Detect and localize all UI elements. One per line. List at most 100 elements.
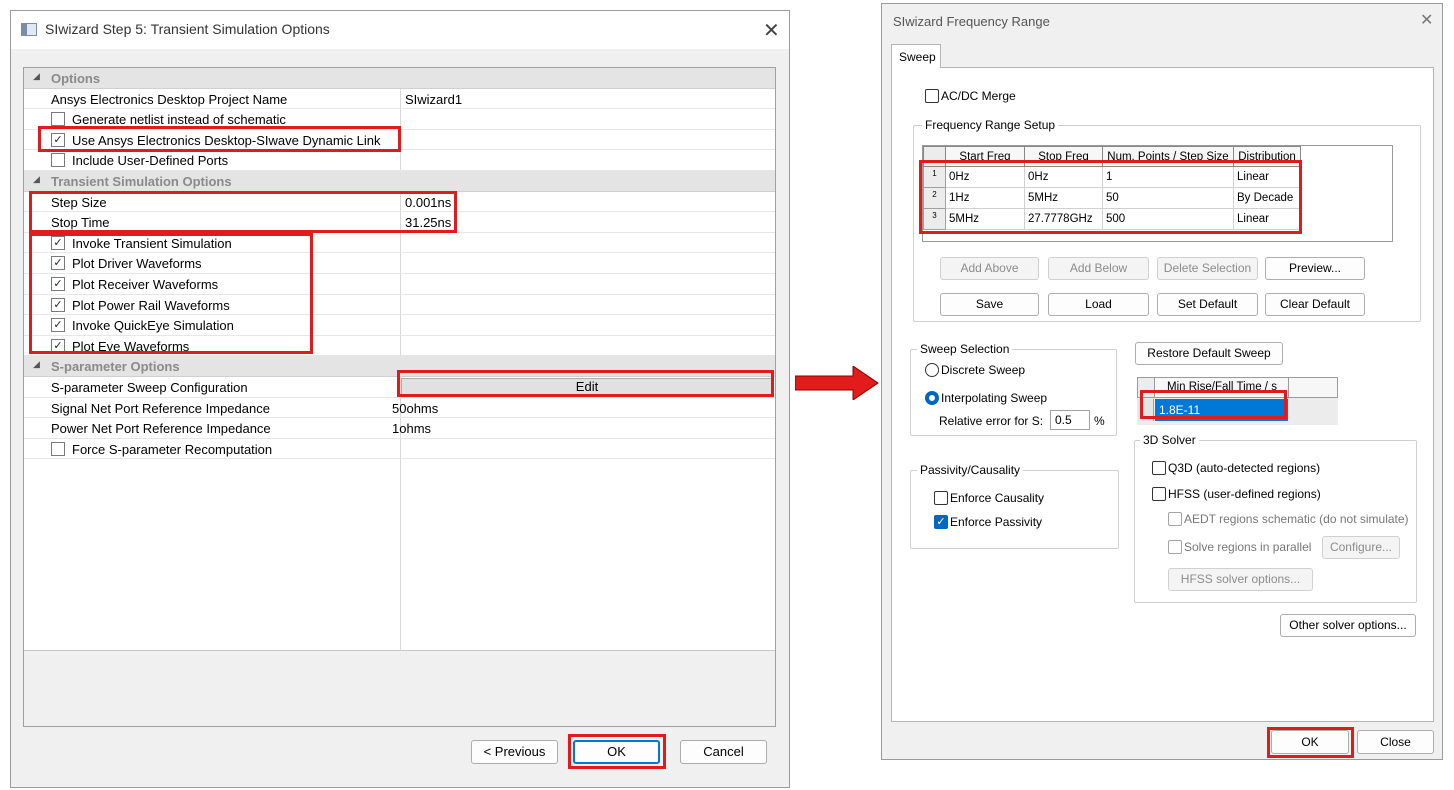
column-header[interactable]: Distribution [1233,146,1301,167]
stop-freq-cell[interactable]: 0Hz [1024,166,1103,188]
dialog-title: SIwizard Step 5: Transient Simulation Op… [45,21,330,37]
description-pane [24,650,775,726]
restore-default-sweep-button[interactable]: Restore Default Sweep [1135,342,1283,365]
stop-freq-cell[interactable]: 27.7778GHz [1024,208,1103,230]
row-user-ports[interactable]: Include User-Defined Ports [24,150,775,171]
row-stop-time[interactable]: Stop Time 31.25ns [24,212,775,233]
column-header[interactable]: Start Freq [945,146,1025,167]
signal-ref-value[interactable]: 50ohms [392,401,438,416]
relative-error-input[interactable]: 0.5 [1050,410,1090,430]
ok-button[interactable]: OK [573,740,660,764]
group-caption: 3D Solver [1140,433,1199,447]
row-number[interactable]: 2 [923,187,946,209]
row-label: Plot Driver Waveforms [72,256,202,272]
row-plot-receiver[interactable]: ✓ Plot Receiver Waveforms [24,274,775,295]
distribution-cell[interactable]: By Decade [1233,187,1301,209]
section-transient[interactable]: ◢ Transient Simulation Options [24,171,775,192]
table-row[interactable]: 3 5MHz 27.7778GHz 500 Linear [923,208,1301,230]
delete-selection-button[interactable]: Delete Selection [1157,257,1258,280]
row-number[interactable]: 3 [923,208,946,230]
rise-fall-header-row: Min Rise/Fall Time / s [1137,377,1338,398]
row-invoke-transient[interactable]: ✓ Invoke Transient Simulation [24,233,775,254]
other-solver-options-button[interactable]: Other solver options... [1280,614,1416,637]
row-dynamic-link[interactable]: ✓ Use Ansys Electronics Desktop-SIwave D… [24,130,775,151]
plot-receiver-checkbox[interactable]: ✓ [51,277,65,291]
rise-fall-header[interactable]: Min Rise/Fall Time / s [1156,378,1289,397]
start-freq-cell[interactable]: 1Hz [945,187,1025,209]
points-cell[interactable]: 500 [1102,208,1234,230]
load-button[interactable]: Load [1048,293,1149,316]
row-power-ref[interactable]: Power Net Port Reference Impedance 1ohms [24,418,775,439]
add-above-button[interactable]: Add Above [940,257,1039,280]
q3d-checkbox[interactable] [1152,461,1166,475]
section-sparam[interactable]: ◢ S-parameter Options [24,356,775,377]
row-number[interactable]: 1 [923,166,946,188]
rise-fall-value-cell[interactable]: 1.8E-11 [1155,399,1288,421]
section-options[interactable]: ◢ Options [24,68,775,89]
corner-cell [1138,378,1155,397]
hfss-solver-options-button[interactable]: HFSS solver options... [1168,568,1313,591]
project-name-value[interactable]: SIwizard1 [405,92,462,107]
ok-button[interactable]: OK [1271,730,1349,754]
row-project-name[interactable]: Ansys Electronics Desktop Project Name S… [24,89,775,110]
discrete-sweep-radio[interactable] [925,363,939,377]
save-button[interactable]: Save [940,293,1039,316]
plot-eye-checkbox[interactable]: ✓ [51,338,65,353]
row-plot-eye[interactable]: ✓ Plot Eye Waveforms [24,336,775,357]
acdc-merge-checkbox[interactable] [925,89,939,103]
row-signal-ref[interactable]: Signal Net Port Reference Impedance 50oh… [24,398,775,419]
start-freq-cell[interactable]: 0Hz [945,166,1025,188]
close-icon[interactable]: ✕ [763,20,780,40]
step-size-value[interactable]: 0.001ns [405,195,451,210]
tab-sweep[interactable]: Sweep [891,44,941,68]
group-caption: Sweep Selection [917,342,1013,356]
collapse-arrow-icon[interactable]: ◢ [33,72,40,82]
close-icon[interactable]: ✕ [1420,12,1433,28]
stop-time-value[interactable]: 31.25ns [405,215,451,230]
row-invoke-quickeye[interactable]: ✓ Invoke QuickEye Simulation [24,315,775,336]
force-recompute-checkbox[interactable] [51,441,65,456]
row-plot-power-rail[interactable]: ✓ Plot Power Rail Waveforms [24,295,775,316]
user-ports-checkbox[interactable] [51,153,65,168]
edit-sweep-button[interactable]: Edit [401,378,773,396]
previous-button[interactable]: < Previous [471,740,558,764]
row-sweep-config[interactable]: S-parameter Sweep Configuration Edit [24,377,775,398]
column-header[interactable]: Stop Freq [1024,146,1103,167]
distribution-cell[interactable]: Linear [1233,208,1301,230]
add-below-button[interactable]: Add Below [1048,257,1149,280]
power-ref-value[interactable]: 1ohms [392,421,431,436]
preview-button[interactable]: Preview... [1265,257,1365,280]
row-step-size[interactable]: Step Size 0.001ns [24,192,775,213]
invoke-quickeye-checkbox[interactable]: ✓ [51,318,65,333]
table-row[interactable]: 2 1Hz 5MHz 50 By Decade [923,187,1301,209]
close-button[interactable]: Close [1357,730,1434,754]
3d-solver-group: 3D Solver Q3D (auto-detected regions) HF… [1134,433,1417,603]
collapse-arrow-icon[interactable]: ◢ [33,175,40,185]
row-plot-driver[interactable]: ✓ Plot Driver Waveforms [24,253,775,274]
plot-driver-checkbox[interactable]: ✓ [51,256,65,271]
row-gen-netlist[interactable]: Generate netlist instead of schematic [24,109,775,130]
gen-netlist-checkbox[interactable] [51,112,65,127]
hfss-checkbox[interactable] [1152,487,1166,501]
configure-button[interactable]: Configure... [1322,536,1400,559]
stop-freq-cell[interactable]: 5MHz [1024,187,1103,209]
plot-power-rail-checkbox[interactable]: ✓ [51,297,65,312]
enforce-passivity-checkbox[interactable]: ✓ [934,515,948,529]
start-freq-cell[interactable]: 5MHz [945,208,1025,230]
dynamic-link-checkbox[interactable]: ✓ [51,132,65,147]
points-cell[interactable]: 1 [1102,166,1234,188]
invoke-transient-checkbox[interactable]: ✓ [51,235,65,250]
solve-parallel-checkbox[interactable] [1168,540,1182,554]
set-default-button[interactable]: Set Default [1157,293,1258,316]
distribution-cell[interactable]: Linear [1233,166,1301,188]
column-header[interactable]: Num. Points / Step Size [1102,146,1234,167]
points-cell[interactable]: 50 [1102,187,1234,209]
collapse-arrow-icon[interactable]: ◢ [33,360,40,370]
cancel-button[interactable]: Cancel [680,740,767,764]
interpolating-sweep-radio[interactable] [925,391,939,405]
enforce-causality-checkbox[interactable] [934,491,948,505]
row-force-recompute[interactable]: Force S-parameter Recomputation [24,439,775,460]
aedt-schematic-checkbox[interactable] [1168,512,1182,526]
clear-default-button[interactable]: Clear Default [1265,293,1365,316]
table-row[interactable]: 1 0Hz 0Hz 1 Linear [923,166,1301,188]
